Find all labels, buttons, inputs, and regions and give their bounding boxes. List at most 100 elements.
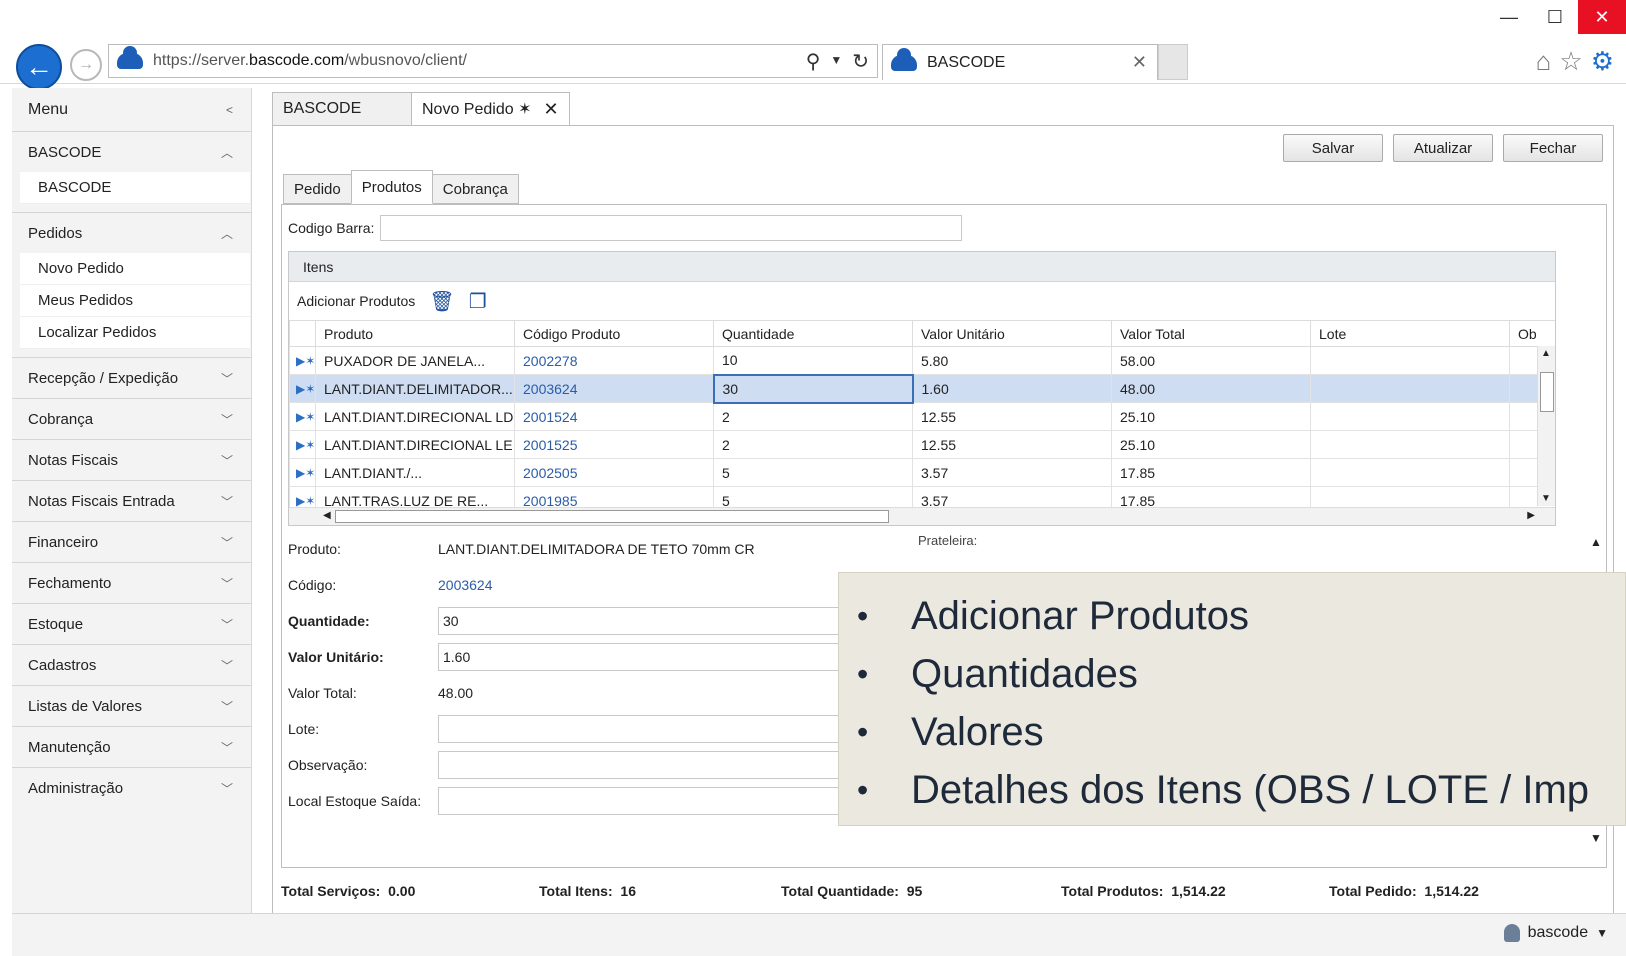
close-tab-icon[interactable]: ✕ [543, 99, 558, 120]
sidebar-section-header[interactable]: Manutenção ﹀ [12, 727, 251, 767]
trash-icon[interactable]: 🗑 [429, 289, 454, 314]
valor-unitario-input[interactable]: 1.60 [438, 643, 906, 671]
scroll-left-icon[interactable]: ◀ [323, 510, 331, 521]
maximize-icon[interactable]: ☐ [1532, 0, 1578, 34]
product-code-link[interactable]: 2003624 [514, 374, 714, 403]
product-code-link[interactable]: 2002278 [514, 346, 714, 375]
dropdown-arrow-icon[interactable]: ▼ [830, 49, 842, 74]
address-bar[interactable]: https://server.bascode.com/wbusnovo/clie… [108, 44, 878, 78]
sidebar-item-bascode[interactable]: BASCODE [20, 172, 250, 204]
tab-pedido[interactable]: Pedido [283, 174, 352, 204]
row-expand-icon[interactable]: ▶✶ [289, 346, 316, 375]
product-code-link[interactable]: 2001525 [514, 430, 714, 459]
table-row-selected[interactable]: ▶✶ LANT.DIANT.DELIMITADOR... 2003624 30 … [289, 373, 1555, 404]
table-row[interactable]: ▶✶ PUXADOR DE JANELA... 2002278 10 5.80 … [289, 346, 1555, 375]
column-header[interactable]: Valor Total [1111, 320, 1311, 347]
gear-icon[interactable]: ⚙ [1591, 46, 1614, 77]
minimize-icon[interactable]: — [1486, 0, 1532, 34]
local-estoque-select[interactable]: ▼ [438, 787, 906, 815]
refresh-icon[interactable]: ↻ [852, 49, 869, 74]
row-expand-icon[interactable]: ▶✶ [289, 402, 316, 431]
grid-vertical-scrollbar[interactable]: ▲ ▼ [1537, 346, 1555, 506]
chevron-down-icon: ﹀ [220, 576, 233, 591]
chevron-up-icon: ︿ [220, 226, 233, 241]
user-menu[interactable]: bascode ▼ [1503, 924, 1608, 942]
favorites-star-icon[interactable]: ☆ [1559, 46, 1582, 77]
browser-chrome: — ☐ ✕ ← → https://server.bascode.com/wbu… [0, 0, 1626, 90]
scroll-up-icon[interactable]: ▲ [1541, 348, 1551, 359]
scroll-thumb[interactable] [1540, 372, 1554, 412]
sidebar-item-novo-pedido[interactable]: Novo Pedido [20, 253, 250, 285]
sidebar-section-header[interactable]: Pedidos ︿ [12, 213, 251, 253]
menu-header[interactable]: Menu < [12, 88, 251, 132]
column-header[interactable]: Valor Unitário [912, 320, 1112, 347]
sidebar-section-header[interactable]: Financeiro ﹀ [12, 522, 251, 562]
grid-horizontal-scrollbar[interactable]: ◀ ▶ [289, 507, 1555, 525]
copy-icon[interactable]: ❐ [469, 289, 487, 314]
scroll-down-icon[interactable]: ▼ [1590, 831, 1602, 845]
close-tab-icon[interactable]: ✕ [1132, 52, 1147, 73]
total-produtos: Total Produtos: 1,514.22 [1061, 883, 1226, 899]
sidebar-item-localizar-pedidos[interactable]: Localizar Pedidos [20, 317, 250, 349]
quantidade-input[interactable]: 30 [438, 607, 906, 635]
tab-cloud-icon [891, 47, 917, 71]
total-itens: Total Itens: 16 [539, 883, 636, 899]
sidebar-section-header[interactable]: Listas de Valores ﹀ [12, 686, 251, 726]
row-expand-icon[interactable]: ▶✶ [289, 458, 316, 487]
close-button[interactable]: Fechar [1503, 134, 1603, 162]
scroll-thumb[interactable] [335, 510, 889, 523]
scroll-down-icon[interactable]: ▼ [1541, 493, 1551, 504]
codigo-link[interactable]: 2003624 [438, 577, 493, 593]
table-row[interactable]: ▶✶ LANT.DIANT./... 2002505 5 3.57 17.85 [289, 458, 1555, 487]
sidebar-section-listas-valores: Listas de Valores ﹀ [12, 686, 251, 727]
close-window-icon[interactable]: ✕ [1578, 0, 1626, 34]
column-header[interactable]: Lote [1310, 320, 1510, 347]
table-row[interactable]: ▶✶ LANT.DIANT.DIRECIONAL LE 2001525 2 12… [289, 430, 1555, 459]
sidebar-section-header[interactable]: BASCODE ︿ [12, 132, 251, 172]
chevron-down-icon: ﹀ [220, 535, 233, 550]
browser-tab[interactable]: BASCODE ✕ [882, 44, 1158, 80]
table-row[interactable]: ▶✶ LANT.DIANT.DIRECIONAL LD 2001524 2 12… [289, 402, 1555, 431]
sidebar-section-header[interactable]: Notas Fiscais Entrada ﹀ [12, 481, 251, 521]
detail-row-produto: Produto: LANT.DIANT.DELIMITADORA DE TETO… [288, 541, 755, 557]
chevron-down-icon: ﹀ [220, 781, 233, 796]
tab-bascode[interactable]: BASCODE [272, 92, 412, 126]
observacao-input[interactable] [438, 751, 906, 779]
refresh-button[interactable]: Atualizar [1393, 134, 1493, 162]
annotation-bullet: • Adicionar Produtos [857, 593, 1249, 638]
sidebar-section-header[interactable]: Cadastros ﹀ [12, 645, 251, 685]
sidebar-section-header[interactable]: Fechamento ﹀ [12, 563, 251, 603]
save-button[interactable]: Salvar [1283, 134, 1383, 162]
scroll-right-icon[interactable]: ▶ [1527, 510, 1535, 521]
scroll-up-icon[interactable]: ▲ [1590, 535, 1602, 549]
back-arrow-icon[interactable]: ← [16, 44, 62, 90]
chevron-left-icon[interactable]: < [226, 103, 233, 117]
barcode-input[interactable] [380, 215, 963, 241]
sidebar-section-header[interactable]: Notas Fiscais ﹀ [12, 440, 251, 480]
lote-input[interactable] [438, 715, 906, 743]
sidebar-section-header[interactable]: Administração ﹀ [12, 768, 251, 808]
sidebar-section-header[interactable]: Cobrança ﹀ [12, 399, 251, 439]
column-header[interactable]: Quantidade [713, 320, 913, 347]
column-header[interactable]: Ob [1509, 320, 1555, 347]
sidebar-section-header[interactable]: Estoque ﹀ [12, 604, 251, 644]
sidebar-item-meus-pedidos[interactable]: Meus Pedidos [20, 285, 250, 317]
column-header[interactable]: Produto [315, 320, 515, 347]
row-expand-icon[interactable]: ▶✶ [289, 430, 316, 459]
new-tab-button[interactable] [1158, 44, 1188, 80]
row-indicator-header [289, 320, 316, 347]
search-icon[interactable]: ⚲ [806, 49, 821, 74]
product-code-link[interactable]: 2002505 [514, 458, 714, 487]
product-code-link[interactable]: 2001524 [514, 402, 714, 431]
tab-novo-pedido[interactable]: Novo Pedido ✶ ✕ [411, 92, 570, 126]
column-header[interactable]: Código Produto [514, 320, 714, 347]
home-icon[interactable]: ⌂ [1536, 46, 1552, 77]
forward-arrow-icon[interactable]: → [70, 49, 102, 81]
row-expand-icon[interactable]: ▶✶ [289, 374, 316, 403]
grid-toolbar: Adicionar Produtos 🗑 ❐ [289, 282, 1555, 320]
quantity-cell-editor[interactable]: 30 [712, 373, 914, 404]
tab-produtos[interactable]: Produtos [350, 170, 433, 204]
sidebar-section-notas-fiscais-entrada: Notas Fiscais Entrada ﹀ [12, 481, 251, 522]
tab-cobranca[interactable]: Cobrança [431, 174, 519, 204]
sidebar-section-header[interactable]: Recepção / Expedição ﹀ [12, 358, 251, 398]
